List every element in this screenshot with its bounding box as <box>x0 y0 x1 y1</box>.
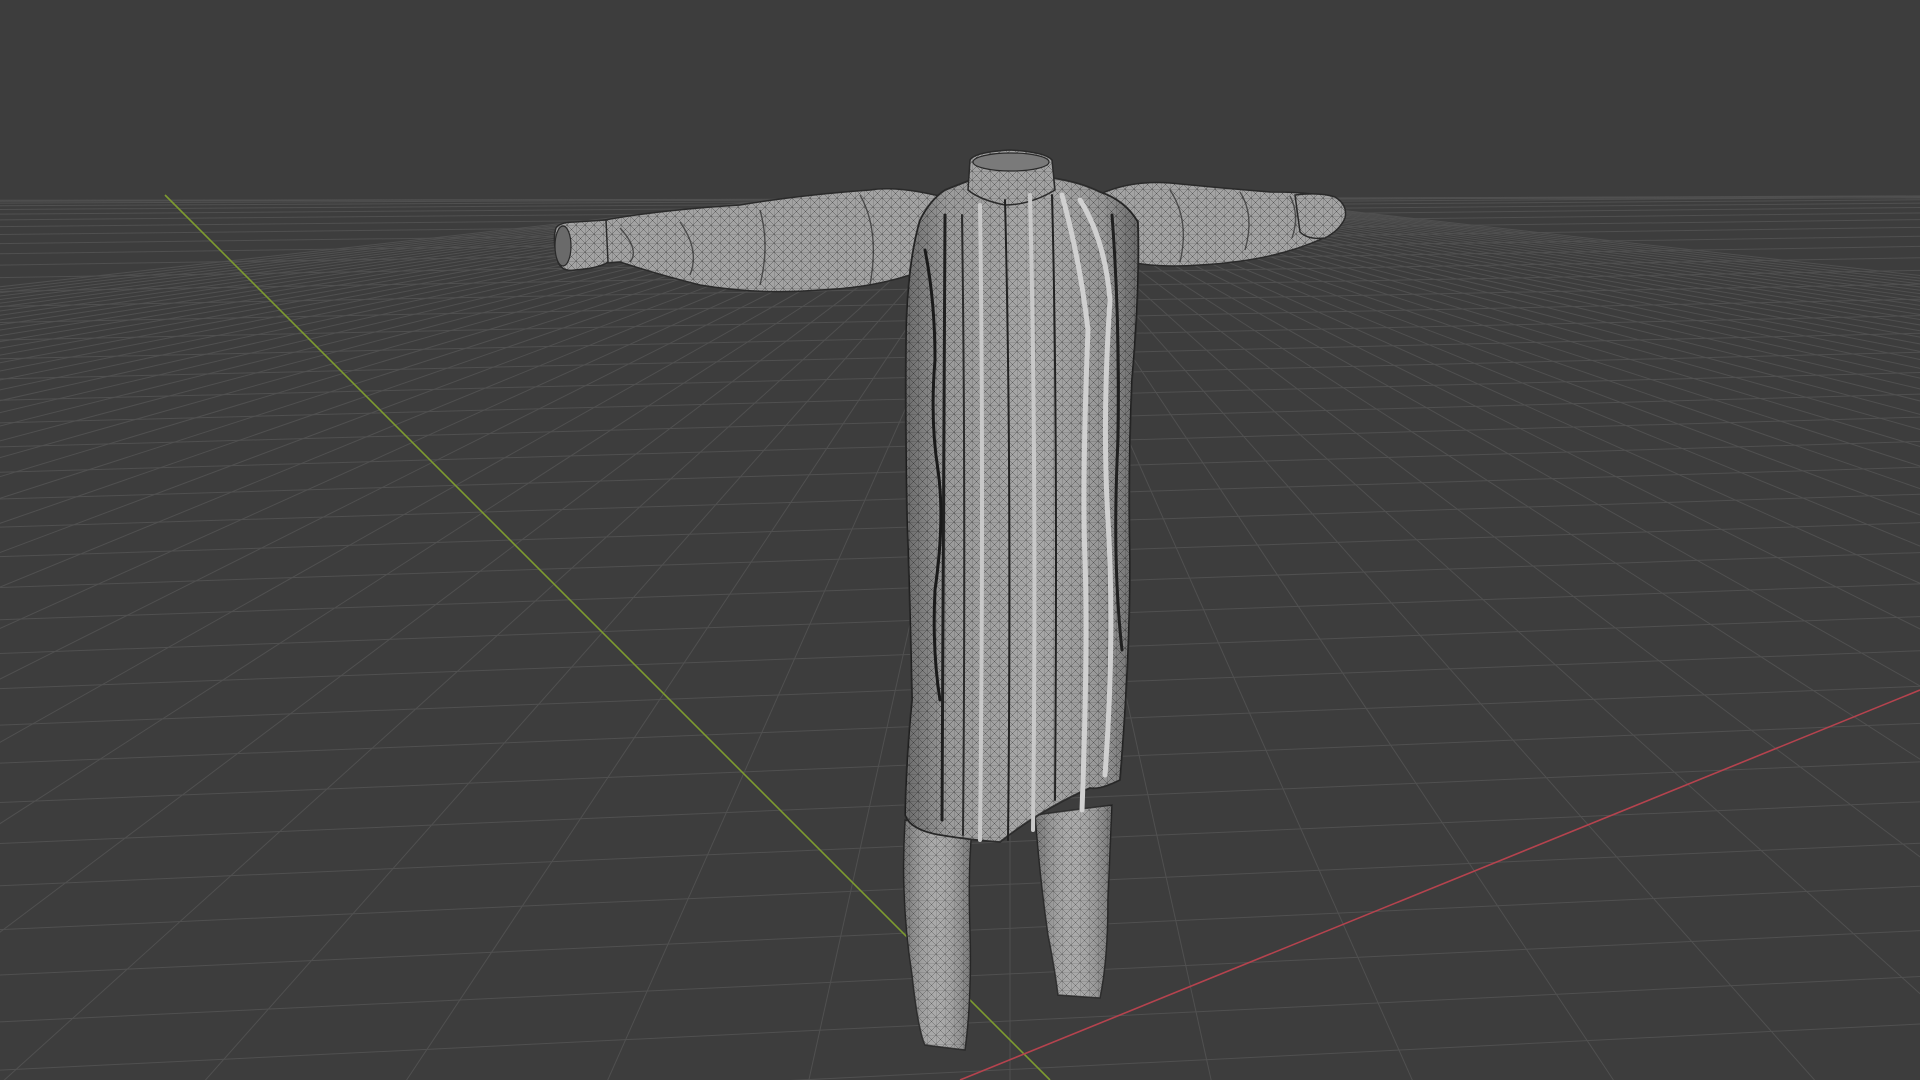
viewport-canvas[interactable] <box>0 0 1920 1080</box>
collar-opening <box>972 152 1050 172</box>
left-cuff-opening <box>554 225 572 267</box>
3d-viewport[interactable] <box>0 0 1920 1080</box>
